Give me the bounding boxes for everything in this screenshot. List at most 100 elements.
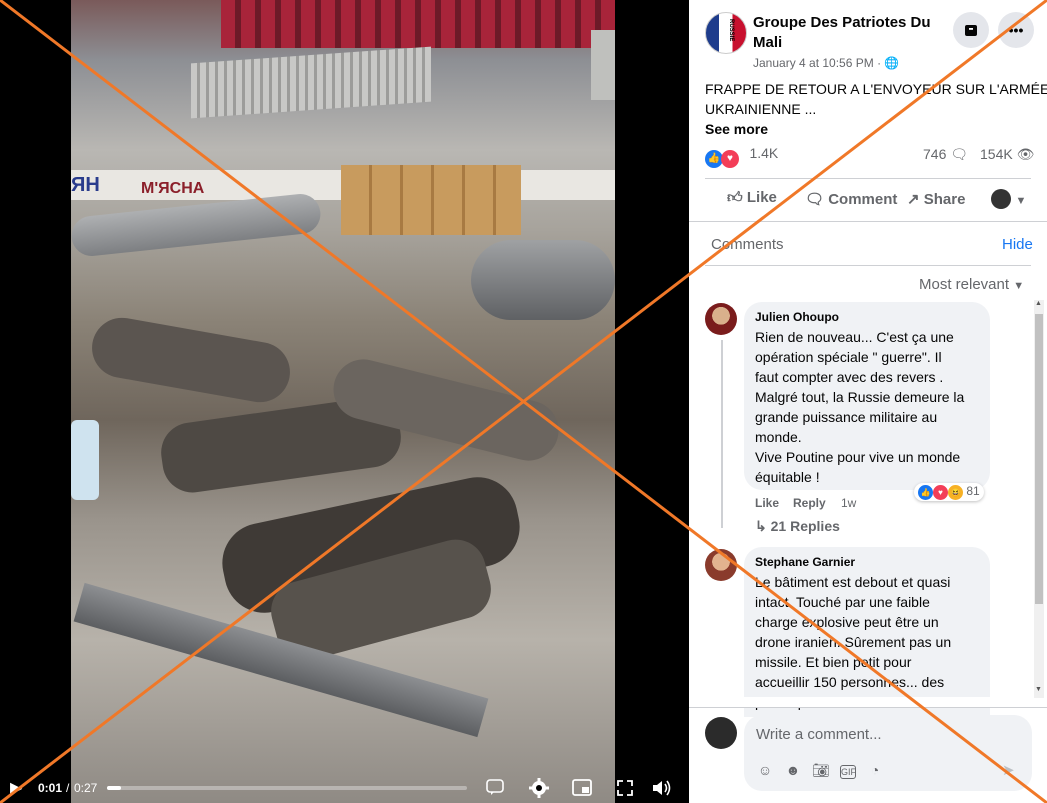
comment-reaction-count: 81 [966, 484, 980, 498]
thread-line [721, 340, 723, 528]
page-avatar[interactable]: RUSSIE [705, 12, 747, 54]
love-reaction-icon: ♥ [721, 150, 739, 168]
comment-composer[interactable]: Write a comment... ☺ ☻ 📷︎ GIF ◔ ➤ [744, 715, 1032, 791]
comments-tab[interactable]: Comments [711, 236, 784, 253]
cardboard-boxes [341, 165, 521, 235]
comment-line: Le bâtiment est debout et quasi [755, 574, 951, 590]
more-options-button[interactable]: ••• [998, 12, 1034, 48]
stadium-seats [221, 0, 615, 48]
composer-tools: ☺ ☻ 📷︎ GIF ◔ [756, 761, 894, 780]
time-current: 0:01 [38, 781, 63, 795]
scrollbar-thumb[interactable] [1035, 314, 1043, 604]
hide-comments-link[interactable]: Hide [1002, 236, 1033, 253]
user-avatar-small [991, 189, 1011, 209]
comment-line: faut compter avec des revers . [755, 369, 944, 385]
video-player[interactable]: ЯН М'ЯСНА ▶ 0:01 / 0:27 [0, 0, 689, 803]
reply-arrow-icon: ↳ [755, 518, 767, 534]
comment-line: charge explosive peut être un [755, 614, 939, 630]
avatar-sticker-icon[interactable]: ☺ [756, 761, 774, 779]
post-timestamp-text: January 4 at 10:56 PM · [753, 56, 882, 70]
settings-gear-icon[interactable] [528, 777, 550, 799]
comment-line: intact. Touché par une faible [755, 594, 930, 610]
emoji-icon[interactable]: ☻ [784, 761, 802, 779]
comment-bubble: Julien Ohoupo Rien de nouveau... C'est ç… [744, 302, 990, 490]
comment-body: Rien de nouveau... C'est ça une opératio… [755, 327, 964, 487]
page-avatar-label: RUSSIE [728, 19, 734, 42]
comment-input[interactable]: Write a comment... [756, 726, 882, 743]
duct-pipe-right [471, 240, 615, 320]
post-timestamp[interactable]: January 4 at 10:56 PM · 🌐 [753, 56, 899, 70]
share-arrow-icon: ↗ [907, 191, 920, 208]
haha-reaction-icon: 😆 [948, 485, 963, 500]
play-icon[interactable]: ▶ [10, 778, 22, 798]
view-replies-link[interactable]: ↳ 21 Replies [755, 518, 840, 535]
reaction-summary[interactable]: 👍 ♥ 1.4K [705, 145, 778, 168]
ellipsis-icon: ••• [1008, 22, 1024, 38]
comment-line: accueillir 150 personnes... des [755, 674, 945, 690]
view-count: 154K 👁 [980, 146, 1034, 163]
camera-icon[interactable]: 📷︎ [812, 761, 830, 779]
duct-pipe [71, 192, 323, 258]
share-button[interactable]: ↗ Share [907, 190, 965, 208]
page-name-line1[interactable]: Groupe Des Patriotes Du [753, 14, 931, 31]
comment-icon: 🗨 [805, 191, 825, 208]
comment-bubble: Stephane Garnier Le bâtiment est debout … [744, 547, 990, 717]
comment-button[interactable]: 🗨 Comment [805, 190, 897, 208]
commenter-avatar[interactable] [705, 303, 737, 335]
time-separator: / [66, 781, 70, 795]
comment-line: opération spéciale " guerre". Il [755, 349, 942, 365]
save-post-button[interactable] [953, 12, 989, 48]
gif-icon[interactable]: GIF [840, 765, 856, 779]
miniplayer-icon[interactable] [571, 777, 593, 799]
comment-line: Malgré tout, la Russie demeure la [755, 389, 965, 405]
comment-count[interactable]: 746 🗨 [923, 146, 968, 163]
divider [689, 221, 1047, 222]
sort-dropdown[interactable]: Most relevant ▼ [919, 276, 1024, 293]
time-total: 0:27 [74, 781, 98, 795]
comment-line: Rien de nouveau... C'est ça une [755, 329, 954, 345]
scroll-up-icon[interactable]: ▲ [1035, 300, 1042, 307]
comment-count-value: 746 [923, 146, 947, 162]
comments-scrollbar[interactable]: ▲ ▼ [1034, 300, 1044, 698]
like-button[interactable]: 👍︎ Like [727, 189, 777, 207]
comment-reactions[interactable]: 👍 ♥ 😆 81 [914, 483, 984, 501]
archive-icon [965, 25, 977, 36]
captions-icon[interactable] [485, 777, 505, 797]
debris-pile [87, 313, 295, 407]
post-as-selector[interactable]: ▼ [991, 189, 1026, 214]
see-more-link[interactable]: See more [705, 121, 768, 137]
scroll-clip [689, 697, 1029, 707]
comment-age[interactable]: 1w [841, 496, 856, 510]
post-text-line2: UKRAINIENNE ... [705, 101, 817, 117]
comment-line: Vive Poutine pour vive un monde [755, 449, 961, 465]
view-count-value: 154K [980, 146, 1013, 162]
fullscreen-icon[interactable] [615, 778, 635, 798]
love-reaction-icon: ♥ [933, 485, 948, 500]
comment-line: grande puissance militaire au [755, 409, 938, 425]
comment-reply-link[interactable]: Reply [793, 496, 826, 510]
sticker-icon[interactable]: ◔ [866, 761, 884, 779]
comment-line: missile. Et bien petit pour [755, 654, 912, 670]
video-frame[interactable]: ЯН М'ЯСНА [71, 0, 615, 803]
comment-body: Le bâtiment est debout et quasi intact. … [755, 572, 951, 712]
comment-bubble-icon: 🗨 [950, 146, 969, 162]
video-progress-bar[interactable] [107, 786, 467, 790]
comment-author[interactable]: Julien Ohoupo [755, 310, 839, 324]
page-name-line2[interactable]: Mali [753, 34, 782, 51]
comment-like-link[interactable]: Like [755, 496, 779, 510]
like-reaction-icon: 👍 [918, 485, 933, 500]
send-icon[interactable]: ➤ [1002, 761, 1015, 779]
post-sidebar: RUSSIE Groupe Des Patriotes Du Mali Janu… [689, 0, 1047, 803]
post-text-line1: FRAPPE DE RETOUR A L'ENVOYEUR SUR L'ARMÉ… [705, 81, 1047, 97]
scroll-down-icon[interactable]: ▼ [1035, 686, 1042, 693]
comment-line: drone iranien. Sûrement pas un [755, 634, 952, 650]
divider [689, 707, 1047, 708]
current-user-avatar[interactable] [705, 717, 737, 749]
commenter-avatar[interactable] [705, 549, 737, 581]
divider [705, 178, 1031, 179]
comment-author[interactable]: Stephane Garnier [755, 555, 855, 569]
share-button-label: Share [923, 191, 966, 208]
comment-button-label: Comment [828, 191, 898, 208]
pillar [591, 30, 615, 100]
volume-icon[interactable] [651, 778, 673, 798]
